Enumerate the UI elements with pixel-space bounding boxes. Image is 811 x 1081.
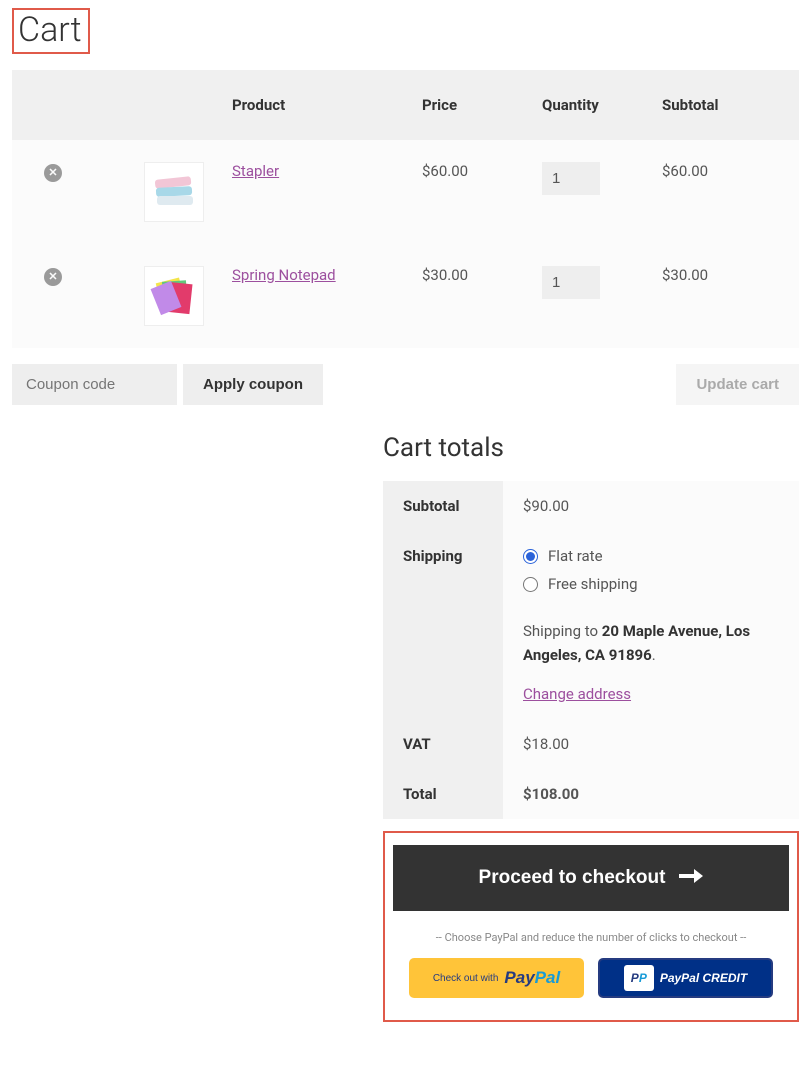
cart-table: Product Price Quantity Subtotal ✕ Staple… — [12, 70, 799, 348]
total-value: $108.00 — [503, 769, 799, 819]
paypal-logo-icon: PayPal — [504, 968, 560, 988]
proceed-to-checkout-button[interactable]: Proceed to checkout — [393, 845, 789, 911]
col-price: Price — [408, 70, 528, 140]
total-label: Total — [383, 769, 503, 819]
shipping-radio[interactable] — [523, 577, 538, 592]
price-cell: $60.00 — [408, 140, 528, 244]
product-link[interactable]: Stapler — [232, 162, 279, 180]
shipping-destination: Shipping to 20 Maple Avenue, Los Angeles… — [523, 619, 779, 667]
col-product: Product — [218, 70, 408, 140]
product-thumb[interactable] — [144, 162, 204, 222]
vat-value: $18.00 — [503, 719, 799, 769]
shipping-option-label: Flat rate — [548, 547, 603, 565]
coupon-input[interactable] — [12, 364, 177, 405]
paypal-credit-button[interactable]: PP PayPal CREDIT — [598, 958, 773, 998]
paypal-prefix: Check out with — [433, 973, 499, 984]
subtotal-value: $90.00 — [503, 481, 799, 531]
update-cart-button[interactable]: Update cart — [676, 364, 799, 405]
arrow-right-icon — [679, 867, 703, 889]
paypal-checkout-button[interactable]: Check out with PayPal — [409, 958, 584, 998]
shipping-option-label: Free shipping — [548, 575, 638, 593]
product-thumb[interactable] — [144, 266, 204, 326]
shipping-radio[interactable] — [523, 549, 538, 564]
paypal-mark-icon: PP — [624, 965, 654, 991]
change-address-link[interactable]: Change address — [523, 685, 631, 703]
table-row: ✕ Spring Notepad $30.00 $30.00 — [12, 244, 799, 348]
price-cell: $30.00 — [408, 244, 528, 348]
paypal-hint: -- Choose PayPal and reduce the number o… — [393, 931, 789, 944]
remove-item-button[interactable]: ✕ — [44, 164, 62, 182]
shipping-option-free[interactable]: Free shipping — [523, 575, 779, 593]
subtotal-label: Subtotal — [383, 481, 503, 531]
apply-coupon-button[interactable]: Apply coupon — [183, 364, 323, 405]
paypal-credit-label: PayPal CREDIT — [660, 971, 747, 985]
subtotal-cell: $30.00 — [648, 244, 799, 348]
cart-totals-heading: Cart totals — [383, 433, 799, 463]
checkout-label: Proceed to checkout — [479, 867, 666, 889]
page-title: Cart — [12, 8, 90, 54]
product-link[interactable]: Spring Notepad — [232, 266, 336, 284]
subtotal-cell: $60.00 — [648, 140, 799, 244]
quantity-input[interactable] — [542, 162, 600, 195]
shipping-label: Shipping — [383, 531, 503, 719]
cart-totals-table: Subtotal $90.00 Shipping Flat rate Free … — [383, 481, 799, 819]
shipping-option-flat[interactable]: Flat rate — [523, 547, 779, 565]
remove-item-button[interactable]: ✕ — [44, 268, 62, 286]
vat-label: VAT — [383, 719, 503, 769]
col-subtotal: Subtotal — [648, 70, 799, 140]
quantity-input[interactable] — [542, 266, 600, 299]
col-qty: Quantity — [528, 70, 648, 140]
table-row: ✕ Stapler $60.00 $60.00 — [12, 140, 799, 244]
